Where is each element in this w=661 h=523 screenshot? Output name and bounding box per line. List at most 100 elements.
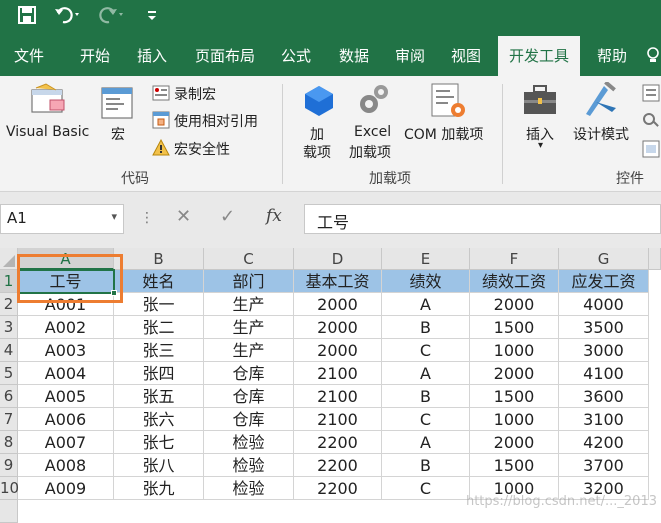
cell-d2[interactable]: 2000: [294, 293, 382, 316]
row-header-8[interactable]: 8: [0, 431, 18, 454]
cell-b8[interactable]: 张七: [114, 431, 204, 454]
name-box[interactable]: A1 ▾: [0, 204, 124, 234]
row-header-3[interactable]: 3: [0, 316, 18, 339]
tab-help[interactable]: 帮助: [586, 36, 638, 76]
cell-f2[interactable]: 2000: [470, 293, 559, 316]
cell-b5[interactable]: 张四: [114, 362, 204, 385]
design-mode-button[interactable]: 设计模式: [573, 124, 629, 144]
cell-b10[interactable]: 张九: [114, 477, 204, 500]
cell-f5[interactable]: 2000: [470, 362, 559, 385]
cell-d7[interactable]: 2100: [294, 408, 382, 431]
formula-input[interactable]: 工号: [304, 204, 661, 234]
cell-b4[interactable]: 张三: [114, 339, 204, 362]
cell-a7[interactable]: A006: [18, 408, 114, 431]
addins-button[interactable]: 加: [310, 124, 324, 144]
cell-f3[interactable]: 1500: [470, 316, 559, 339]
tab-view[interactable]: 视图: [440, 36, 492, 76]
properties-icon[interactable]: [642, 84, 660, 106]
cell-c8[interactable]: 检验: [204, 431, 294, 454]
cell-e10[interactable]: C: [382, 477, 470, 500]
cell-b3[interactable]: 张二: [114, 316, 204, 339]
cell-g9[interactable]: 3700: [559, 454, 649, 477]
cell-a10[interactable]: A009: [18, 477, 114, 500]
tab-insert[interactable]: 插入: [126, 36, 178, 76]
select-all-button[interactable]: [0, 248, 18, 270]
row-header-9[interactable]: 9: [0, 454, 18, 477]
chevron-down-icon[interactable]: ▾: [538, 140, 543, 151]
cell-b1[interactable]: 姓名: [114, 270, 204, 293]
cell-e8[interactable]: A: [382, 431, 470, 454]
cell-c10[interactable]: 检验: [204, 477, 294, 500]
visual-basic-button[interactable]: Visual Basic: [6, 124, 89, 140]
cell-c9[interactable]: 检验: [204, 454, 294, 477]
customize-icon[interactable]: [146, 6, 158, 30]
cell-a6[interactable]: A005: [18, 385, 114, 408]
cell-a8[interactable]: A007: [18, 431, 114, 454]
tab-review[interactable]: 审阅: [384, 36, 436, 76]
cell-a9[interactable]: A008: [18, 454, 114, 477]
cell-c5[interactable]: 仓库: [204, 362, 294, 385]
cell-a4[interactable]: A003: [18, 339, 114, 362]
excel-addins-button[interactable]: Excel: [354, 124, 391, 140]
cell-a5[interactable]: A004: [18, 362, 114, 385]
cell-f7[interactable]: 1000: [470, 408, 559, 431]
lightbulb-icon[interactable]: [646, 47, 660, 69]
cell-d9[interactable]: 2200: [294, 454, 382, 477]
cell-e1[interactable]: 绩效: [382, 270, 470, 293]
cell-g6[interactable]: 3600: [559, 385, 649, 408]
cell-d1[interactable]: 基本工资: [294, 270, 382, 293]
cell-e9[interactable]: B: [382, 454, 470, 477]
cell-d4[interactable]: 2000: [294, 339, 382, 362]
cell-g1[interactable]: 应发工资: [559, 270, 649, 293]
cell-c6[interactable]: 仓库: [204, 385, 294, 408]
cell-g5[interactable]: 4100: [559, 362, 649, 385]
record-macro-button[interactable]: 录制宏: [174, 84, 216, 104]
cell-f8[interactable]: 2000: [470, 431, 559, 454]
cell-c7[interactable]: 仓库: [204, 408, 294, 431]
cell-d3[interactable]: 2000: [294, 316, 382, 339]
cell-b7[interactable]: 张六: [114, 408, 204, 431]
row-header-10[interactable]: 10: [0, 477, 19, 500]
cell-g4[interactable]: 3000: [559, 339, 649, 362]
cell-a3[interactable]: A002: [18, 316, 114, 339]
row-header-1[interactable]: 1: [0, 270, 18, 293]
addins-button-line2[interactable]: 载项: [303, 142, 331, 162]
column-header-d[interactable]: D: [294, 248, 382, 270]
cell-b6[interactable]: 张五: [114, 385, 204, 408]
cell-g2[interactable]: 4000: [559, 293, 649, 316]
cell-c3[interactable]: 生产: [204, 316, 294, 339]
tab-page-layout[interactable]: 页面布局: [184, 36, 266, 76]
tab-formulas[interactable]: 公式: [272, 36, 320, 76]
cell-b2[interactable]: 张一: [114, 293, 204, 316]
macros-button[interactable]: 宏: [111, 124, 125, 144]
cell-e3[interactable]: B: [382, 316, 470, 339]
excel-addins-button-line2[interactable]: 加载项: [349, 142, 391, 162]
cell-d8[interactable]: 2200: [294, 431, 382, 454]
cell-e2[interactable]: A: [382, 293, 470, 316]
row-header-2[interactable]: 2: [0, 293, 18, 316]
column-header-c[interactable]: C: [204, 248, 294, 270]
cell-f9[interactable]: 1500: [470, 454, 559, 477]
cell-c4[interactable]: 生产: [204, 339, 294, 362]
cell-g7[interactable]: 3100: [559, 408, 649, 431]
cancel-icon[interactable]: ✕: [176, 206, 191, 227]
save-icon[interactable]: [18, 6, 36, 30]
cell-g8[interactable]: 4200: [559, 431, 649, 454]
chevron-down-icon[interactable]: ▾: [111, 210, 117, 223]
row-header-11[interactable]: [0, 500, 18, 523]
tab-file[interactable]: 文件: [0, 36, 58, 76]
com-addins-button[interactable]: COM 加载项: [404, 124, 483, 144]
column-header-f[interactable]: F: [470, 248, 559, 270]
cell-c2[interactable]: 生产: [204, 293, 294, 316]
relative-reference-button[interactable]: 使用相对引用: [174, 111, 258, 131]
cell-e6[interactable]: B: [382, 385, 470, 408]
undo-icon[interactable]: [54, 6, 82, 30]
tab-home[interactable]: 开始: [68, 36, 122, 76]
column-header-h[interactable]: [649, 248, 661, 270]
run-dialog-icon[interactable]: [642, 140, 660, 162]
spreadsheet-grid[interactable]: A B C D E F G 1 2 3 4 5 6 7 8 9 10 工号 姓名…: [0, 248, 661, 523]
view-code-icon[interactable]: [642, 112, 660, 134]
cell-f6[interactable]: 1500: [470, 385, 559, 408]
row-header-7[interactable]: 7: [0, 408, 18, 431]
tab-developer[interactable]: 开发工具: [498, 36, 580, 76]
